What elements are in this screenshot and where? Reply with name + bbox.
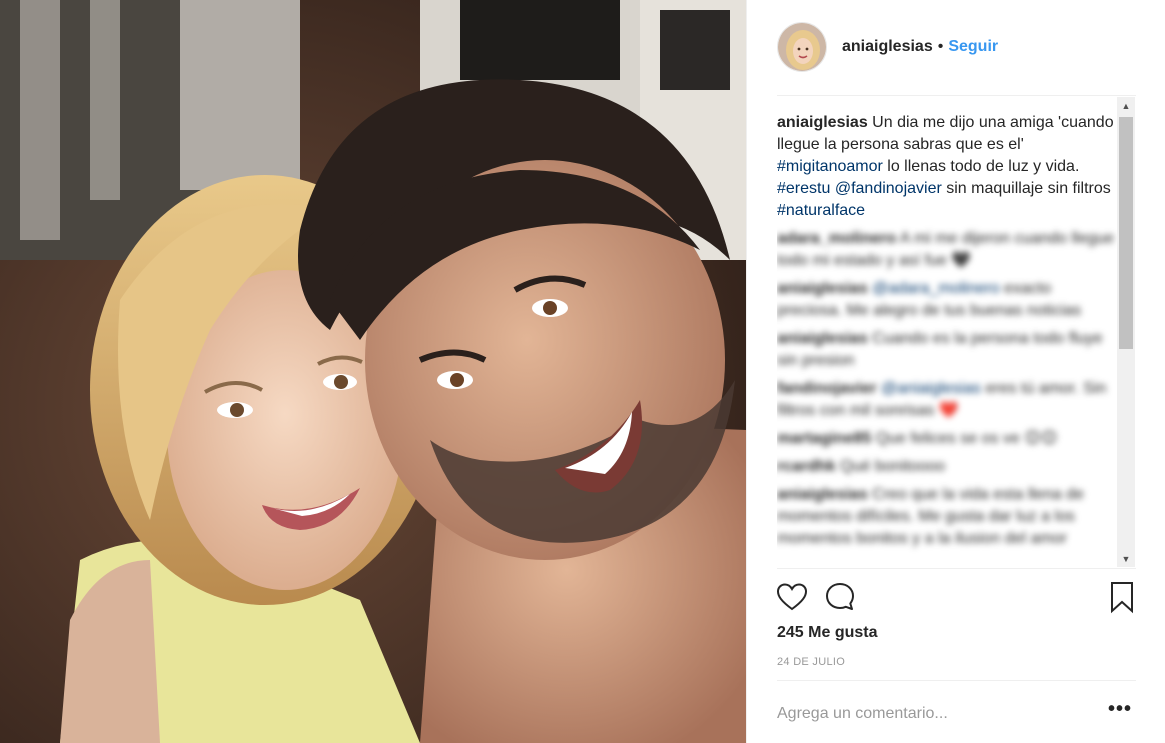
hashtag-link[interactable]: #migitanoamor	[777, 158, 883, 175]
comment-item: aniaiglesias @adara_molinero exacto prec…	[777, 278, 1117, 322]
comment-item: aniaiglesias Creo que la vida esta llena…	[777, 484, 1117, 550]
comment-username[interactable]: aniaiglesias	[777, 330, 868, 347]
comment-text: Qué bonitoooo	[840, 458, 946, 475]
avatar-image	[778, 23, 826, 71]
comments-list[interactable]: aniaiglesias Un dia me dijo una amiga 'c…	[777, 112, 1117, 566]
likes-count[interactable]: 245 Me gusta	[777, 624, 877, 642]
mention-link[interactable]: @aniaiglesias	[881, 380, 981, 397]
save-button[interactable]	[1105, 580, 1139, 614]
comment-item: adara_molinero A mi me dijeron cuando ll…	[777, 228, 1117, 272]
header-username[interactable]: aniaiglesias	[842, 38, 933, 56]
comment-item: fandinojavier @aniaiglesias eres tú amor…	[777, 378, 1117, 422]
comment-username[interactable]: rcardhk	[777, 458, 836, 475]
hashtag-link[interactable]: #erestu	[777, 180, 830, 197]
comment-icon	[826, 583, 854, 610]
comment-item: martagine85 Que felices se os ve 😊😊	[777, 428, 1117, 450]
caption-username[interactable]: aniaiglesias	[777, 114, 868, 131]
header-divider	[777, 95, 1136, 96]
follow-button[interactable]: Seguir	[948, 38, 998, 56]
bookmark-icon	[1111, 582, 1133, 614]
hashtag-link[interactable]: #naturalface	[777, 202, 865, 219]
more-options-icon[interactable]: •••	[1107, 699, 1133, 724]
instagram-post: aniaiglesias • Seguir aniaiglesias Un di…	[0, 0, 1165, 743]
action-bar	[775, 580, 1137, 616]
comment-item: aniaiglesias Cuando es la persona todo f…	[777, 328, 1117, 372]
header-separator: •	[937, 38, 944, 55]
add-comment-input[interactable]	[777, 696, 1077, 732]
selfie-image	[0, 0, 746, 743]
comment-username[interactable]: fandinojavier	[777, 380, 877, 397]
like-button[interactable]	[775, 580, 809, 614]
post-header: aniaiglesias • Seguir	[777, 20, 1137, 74]
mention-link[interactable]: @fandinojavier	[835, 180, 942, 197]
scroll-down-arrow-icon[interactable]: ▼	[1117, 550, 1135, 567]
comment-username[interactable]: aniaiglesias	[777, 280, 868, 297]
comments-scrollbar[interactable]: ▲ ▼	[1117, 97, 1135, 567]
actions-divider	[777, 568, 1136, 569]
comment-username[interactable]: aniaiglesias	[777, 486, 868, 503]
post-photo[interactable]	[0, 0, 746, 743]
comment-button[interactable]	[823, 580, 857, 614]
heart-icon	[776, 583, 808, 611]
caption-text: lo llenas todo de luz y vida.	[887, 158, 1080, 175]
caption: aniaiglesias Un dia me dijo una amiga 'c…	[777, 112, 1117, 222]
caption-text: sin maquillaje sin filtros	[946, 180, 1111, 197]
add-comment-divider	[777, 680, 1136, 681]
comment-text: Que felices se os ve 😊😊	[875, 430, 1058, 447]
comment-username[interactable]: adara_molinero	[777, 230, 896, 247]
scroll-thumb[interactable]	[1119, 117, 1133, 349]
post-date[interactable]: 24 DE JULIO	[777, 656, 845, 668]
comment-username[interactable]: martagine85	[777, 430, 871, 447]
mention-link[interactable]: @adara_molinero	[872, 280, 999, 297]
avatar[interactable]	[777, 22, 827, 72]
comment-item: rcardhk Qué bonitoooo	[777, 456, 1117, 478]
scroll-up-arrow-icon[interactable]: ▲	[1117, 97, 1135, 114]
post-side-panel: aniaiglesias • Seguir aniaiglesias Un di…	[746, 0, 1165, 743]
